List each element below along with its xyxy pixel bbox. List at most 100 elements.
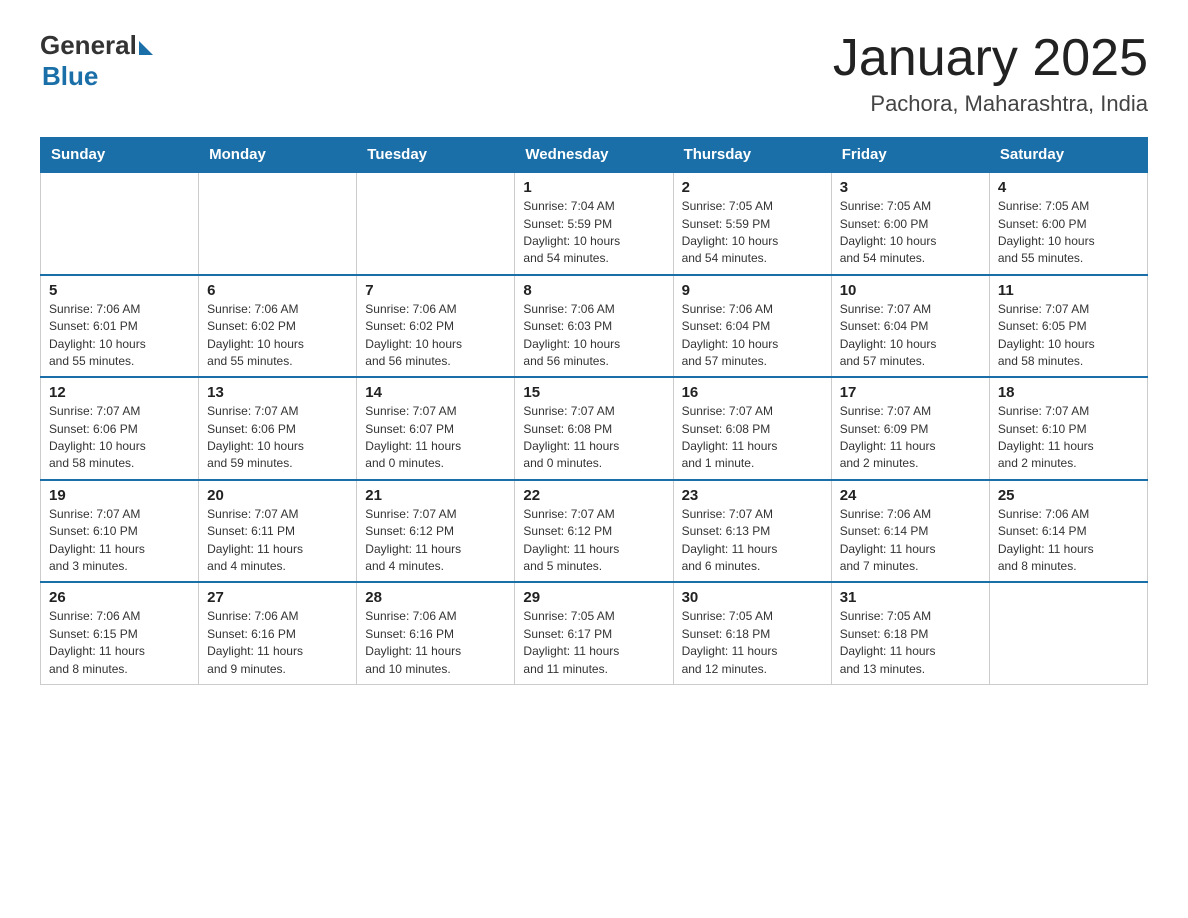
day-info: Sunrise: 7:06 AM Sunset: 6:14 PM Dayligh… <box>840 506 981 576</box>
week-row-1: 1 Sunrise: 7:04 AM Sunset: 5:59 PM Daylig… <box>41 172 1148 275</box>
calendar-cell: 23 Sunrise: 7:07 AM Sunset: 6:13 PM Dayli… <box>673 480 831 583</box>
day-number: 14 <box>365 384 506 401</box>
calendar-cell: 17 Sunrise: 7:07 AM Sunset: 6:09 PM Dayli… <box>831 377 989 480</box>
day-info: Sunrise: 7:07 AM Sunset: 6:13 PM Dayligh… <box>682 506 823 576</box>
day-number: 16 <box>682 384 823 401</box>
day-info: Sunrise: 7:06 AM Sunset: 6:03 PM Dayligh… <box>523 301 664 371</box>
day-info: Sunrise: 7:07 AM Sunset: 6:11 PM Dayligh… <box>207 506 348 576</box>
calendar-cell: 21Sunrise: 7:07 AM Sunset: 6:12 PM Dayli… <box>357 480 515 583</box>
calendar-cell: 27Sunrise: 7:06 AM Sunset: 6:16 PM Dayli… <box>199 582 357 684</box>
calendar-cell: 3 Sunrise: 7:05 AM Sunset: 6:00 PM Daylig… <box>831 172 989 275</box>
calendar-cell: 10 Sunrise: 7:07 AM Sunset: 6:04 PM Dayli… <box>831 275 989 378</box>
calendar-cell: 4 Sunrise: 7:05 AM Sunset: 6:00 PM Daylig… <box>989 172 1147 275</box>
day-number: 2 <box>682 179 823 196</box>
calendar-cell: 20 Sunrise: 7:07 AM Sunset: 6:11 PM Dayli… <box>199 480 357 583</box>
calendar-title: January 2025 <box>833 30 1148 87</box>
calendar-cell: 25Sunrise: 7:06 AM Sunset: 6:14 PM Dayli… <box>989 480 1147 583</box>
calendar-subtitle: Pachora, Maharashtra, India <box>833 91 1148 117</box>
day-number: 1 <box>523 179 664 196</box>
day-number: 30 <box>682 589 823 606</box>
calendar-cell: 13Sunrise: 7:07 AM Sunset: 6:06 PM Dayli… <box>199 377 357 480</box>
day-info: Sunrise: 7:07 AM Sunset: 6:08 PM Dayligh… <box>682 403 823 473</box>
calendar-cell: 14 Sunrise: 7:07 AM Sunset: 6:07 PM Dayli… <box>357 377 515 480</box>
day-info: Sunrise: 7:07 AM Sunset: 6:06 PM Dayligh… <box>49 403 190 473</box>
day-info: Sunrise: 7:05 AM Sunset: 6:18 PM Dayligh… <box>682 608 823 678</box>
calendar-cell: 9Sunrise: 7:06 AM Sunset: 6:04 PM Daylig… <box>673 275 831 378</box>
calendar-cell: 16 Sunrise: 7:07 AM Sunset: 6:08 PM Dayli… <box>673 377 831 480</box>
calendar-cell: 6Sunrise: 7:06 AM Sunset: 6:02 PM Daylig… <box>199 275 357 378</box>
calendar-cell: 28 Sunrise: 7:06 AM Sunset: 6:16 PM Dayli… <box>357 582 515 684</box>
day-info: Sunrise: 7:04 AM Sunset: 5:59 PM Dayligh… <box>523 198 664 268</box>
day-number: 15 <box>523 384 664 401</box>
calendar-cell: 18 Sunrise: 7:07 AM Sunset: 6:10 PM Dayli… <box>989 377 1147 480</box>
day-info: Sunrise: 7:05 AM Sunset: 6:17 PM Dayligh… <box>523 608 664 678</box>
days-header-row: SundayMondayTuesdayWednesdayThursdayFrid… <box>41 138 1148 173</box>
week-row-2: 5Sunrise: 7:06 AM Sunset: 6:01 PM Daylig… <box>41 275 1148 378</box>
calendar-cell <box>41 172 199 275</box>
col-header-wednesday: Wednesday <box>515 138 673 173</box>
day-info: Sunrise: 7:06 AM Sunset: 6:16 PM Dayligh… <box>365 608 506 678</box>
day-number: 20 <box>207 487 348 504</box>
calendar-cell: 8 Sunrise: 7:06 AM Sunset: 6:03 PM Daylig… <box>515 275 673 378</box>
day-info: Sunrise: 7:07 AM Sunset: 6:10 PM Dayligh… <box>49 506 190 576</box>
day-info: Sunrise: 7:07 AM Sunset: 6:04 PM Dayligh… <box>840 301 981 371</box>
day-number: 17 <box>840 384 981 401</box>
logo-blue-text: Blue <box>42 61 98 92</box>
calendar-cell <box>199 172 357 275</box>
day-number: 5 <box>49 282 190 299</box>
day-info: Sunrise: 7:07 AM Sunset: 6:10 PM Dayligh… <box>998 403 1139 473</box>
day-number: 19 <box>49 487 190 504</box>
week-row-4: 19 Sunrise: 7:07 AM Sunset: 6:10 PM Dayli… <box>41 480 1148 583</box>
col-header-friday: Friday <box>831 138 989 173</box>
day-info: Sunrise: 7:05 AM Sunset: 5:59 PM Dayligh… <box>682 198 823 268</box>
calendar-cell: 31 Sunrise: 7:05 AM Sunset: 6:18 PM Dayli… <box>831 582 989 684</box>
col-header-tuesday: Tuesday <box>357 138 515 173</box>
day-number: 10 <box>840 282 981 299</box>
day-number: 7 <box>365 282 506 299</box>
day-info: Sunrise: 7:07 AM Sunset: 6:07 PM Dayligh… <box>365 403 506 473</box>
day-info: Sunrise: 7:07 AM Sunset: 6:05 PM Dayligh… <box>998 301 1139 371</box>
calendar-cell <box>357 172 515 275</box>
calendar-table: SundayMondayTuesdayWednesdayThursdayFrid… <box>40 137 1148 685</box>
calendar-cell: 26Sunrise: 7:06 AM Sunset: 6:15 PM Dayli… <box>41 582 199 684</box>
calendar-cell: 1 Sunrise: 7:04 AM Sunset: 5:59 PM Daylig… <box>515 172 673 275</box>
day-number: 11 <box>998 282 1139 299</box>
day-info: Sunrise: 7:05 AM Sunset: 6:00 PM Dayligh… <box>998 198 1139 268</box>
col-header-sunday: Sunday <box>41 138 199 173</box>
col-header-monday: Monday <box>199 138 357 173</box>
day-number: 28 <box>365 589 506 606</box>
calendar-cell: 2 Sunrise: 7:05 AM Sunset: 5:59 PM Daylig… <box>673 172 831 275</box>
calendar-cell: 22Sunrise: 7:07 AM Sunset: 6:12 PM Dayli… <box>515 480 673 583</box>
calendar-cell: 30 Sunrise: 7:05 AM Sunset: 6:18 PM Dayli… <box>673 582 831 684</box>
day-number: 4 <box>998 179 1139 196</box>
day-number: 24 <box>840 487 981 504</box>
title-area: January 2025 Pachora, Maharashtra, India <box>833 30 1148 117</box>
day-info: Sunrise: 7:07 AM Sunset: 6:08 PM Dayligh… <box>523 403 664 473</box>
day-number: 29 <box>523 589 664 606</box>
day-info: Sunrise: 7:06 AM Sunset: 6:15 PM Dayligh… <box>49 608 190 678</box>
calendar-cell: 12 Sunrise: 7:07 AM Sunset: 6:06 PM Dayli… <box>41 377 199 480</box>
col-header-thursday: Thursday <box>673 138 831 173</box>
day-number: 23 <box>682 487 823 504</box>
calendar-cell: 15 Sunrise: 7:07 AM Sunset: 6:08 PM Dayli… <box>515 377 673 480</box>
day-number: 13 <box>207 384 348 401</box>
day-number: 3 <box>840 179 981 196</box>
logo-triangle-icon <box>139 41 153 55</box>
day-number: 8 <box>523 282 664 299</box>
day-number: 31 <box>840 589 981 606</box>
header: General Blue January 2025 Pachora, Mahar… <box>40 30 1148 117</box>
day-info: Sunrise: 7:06 AM Sunset: 6:14 PM Dayligh… <box>998 506 1139 576</box>
day-info: Sunrise: 7:07 AM Sunset: 6:09 PM Dayligh… <box>840 403 981 473</box>
day-info: Sunrise: 7:05 AM Sunset: 6:18 PM Dayligh… <box>840 608 981 678</box>
calendar-cell: 29 Sunrise: 7:05 AM Sunset: 6:17 PM Dayli… <box>515 582 673 684</box>
calendar-cell <box>989 582 1147 684</box>
day-info: Sunrise: 7:06 AM Sunset: 6:02 PM Dayligh… <box>365 301 506 371</box>
calendar-cell: 19 Sunrise: 7:07 AM Sunset: 6:10 PM Dayli… <box>41 480 199 583</box>
week-row-3: 12 Sunrise: 7:07 AM Sunset: 6:06 PM Dayli… <box>41 377 1148 480</box>
day-number: 18 <box>998 384 1139 401</box>
day-number: 12 <box>49 384 190 401</box>
col-header-saturday: Saturday <box>989 138 1147 173</box>
day-info: Sunrise: 7:05 AM Sunset: 6:00 PM Dayligh… <box>840 198 981 268</box>
calendar-cell: 11 Sunrise: 7:07 AM Sunset: 6:05 PM Dayli… <box>989 275 1147 378</box>
day-number: 22 <box>523 487 664 504</box>
